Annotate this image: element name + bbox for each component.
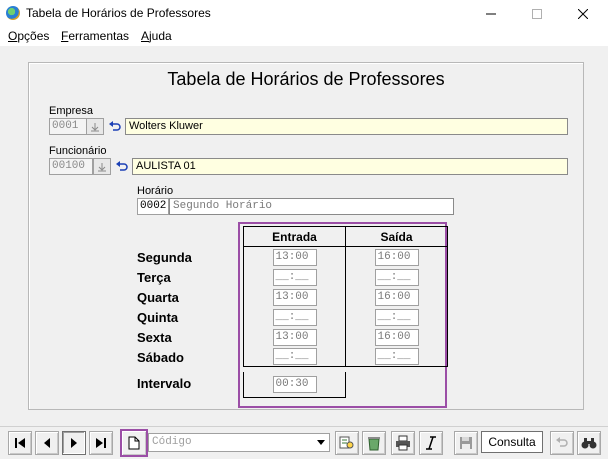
saida-terca[interactable]: __:__ [374, 268, 419, 286]
download-icon [91, 122, 99, 131]
horario-code-field[interactable]: 0002 [137, 198, 169, 215]
download-icon [98, 162, 106, 171]
app-icon [6, 6, 20, 20]
horario-name-field[interactable]: Segundo Horário [169, 198, 454, 215]
day-label-sabado: Sábado [137, 350, 184, 365]
entrada-terca[interactable]: __:__ [272, 268, 317, 286]
empresa-name-field[interactable]: Wolters Kluwer [125, 118, 568, 135]
saida-quinta[interactable]: __:__ [374, 308, 419, 326]
italic-icon [426, 436, 436, 450]
saida-segunda[interactable]: 16:00 [374, 248, 419, 266]
day-label-quarta: Quarta [137, 290, 179, 305]
entrada-header: Entrada [243, 226, 346, 247]
last-record-button[interactable] [89, 431, 113, 455]
last-record-icon [96, 438, 106, 448]
next-record-icon [71, 438, 77, 448]
menu-ajuda[interactable]: Ajuda [141, 29, 172, 43]
empresa-code-field[interactable]: 0001 [49, 118, 91, 135]
previous-record-icon [44, 438, 50, 448]
saida-quarta[interactable]: 16:00 [374, 288, 419, 306]
chevron-down-icon[interactable] [313, 434, 329, 451]
empresa-label: Empresa [49, 105, 94, 117]
search-combo-placeholder: Código [152, 436, 192, 448]
horario-label: Horário [137, 185, 174, 197]
entrada-segunda[interactable]: 13:00 [272, 248, 317, 266]
printer-icon [396, 435, 410, 451]
entrada-sexta[interactable]: 13:00 [272, 328, 317, 346]
binoculars-button[interactable] [577, 431, 601, 455]
undo-icon [116, 160, 128, 171]
menu-bar: Opções Ferramentas Ajuda [0, 28, 608, 46]
funcionario-undo-button[interactable] [113, 158, 131, 175]
intervalo-label: Intervalo [137, 376, 192, 391]
recycle-bin-icon [368, 437, 380, 451]
first-record-icon [15, 438, 25, 448]
maximize-button[interactable] [514, 0, 560, 28]
schedule-table: Entrada Saída 13:00 16:00 __:__ __:__ 13:0… [243, 226, 448, 367]
title-bar: Tabela de Horários de Professores [0, 0, 608, 28]
save-icon [460, 437, 472, 449]
saida-sabado[interactable]: __:__ [374, 348, 419, 366]
minimize-icon [486, 13, 496, 15]
find-records-button[interactable] [335, 431, 359, 455]
saida-sexta[interactable]: 16:00 [374, 328, 419, 346]
close-button[interactable] [560, 0, 606, 28]
undo-icon [556, 437, 568, 447]
entrada-quinta[interactable]: __:__ [272, 308, 317, 326]
find-records-icon [339, 436, 354, 449]
italic-button[interactable] [419, 431, 443, 455]
consulta-button[interactable]: Consulta [481, 431, 543, 453]
intervalo-field[interactable]: 00:30 [272, 376, 317, 394]
next-record-button[interactable] [62, 431, 86, 455]
menu-opcoes[interactable]: Opções [8, 29, 49, 43]
day-label-sexta: Sexta [137, 330, 172, 345]
delete-button[interactable] [362, 431, 386, 455]
close-icon [578, 9, 588, 19]
funcionario-name-field[interactable]: AULISTA 01 [132, 158, 568, 175]
menu-ferramentas[interactable]: Ferramentas [61, 29, 129, 43]
undo-button[interactable] [550, 431, 574, 455]
day-label-terca: Terça [137, 270, 171, 285]
save-button[interactable] [454, 431, 478, 455]
empresa-download-button[interactable] [86, 118, 104, 135]
day-label-segunda: Segunda [137, 250, 192, 265]
day-label-quinta: Quinta [137, 310, 179, 325]
entrada-sabado[interactable]: __:__ [272, 348, 317, 366]
interval-table: 00:30 [243, 372, 346, 398]
new-record-button[interactable] [120, 429, 148, 457]
funcionario-code-field[interactable]: 00100 [49, 158, 93, 175]
form-heading: Tabela de Horários de Professores [167, 69, 445, 89]
previous-record-button[interactable] [35, 431, 59, 455]
first-record-button[interactable] [8, 431, 32, 455]
funcionario-label: Funcionário [49, 145, 107, 157]
saida-header: Saída [345, 226, 448, 247]
empresa-undo-button[interactable] [106, 118, 124, 135]
undo-icon [109, 120, 121, 131]
new-document-icon [128, 436, 140, 450]
window-title: Tabela de Horários de Professores [26, 6, 211, 20]
minimize-button[interactable] [468, 0, 514, 28]
funcionario-download-button[interactable] [93, 158, 111, 175]
entrada-quarta[interactable]: 13:00 [272, 288, 317, 306]
maximize-icon [532, 9, 542, 19]
search-combo[interactable]: Código [148, 433, 330, 452]
print-button[interactable] [391, 431, 415, 455]
binoculars-icon [581, 438, 597, 449]
